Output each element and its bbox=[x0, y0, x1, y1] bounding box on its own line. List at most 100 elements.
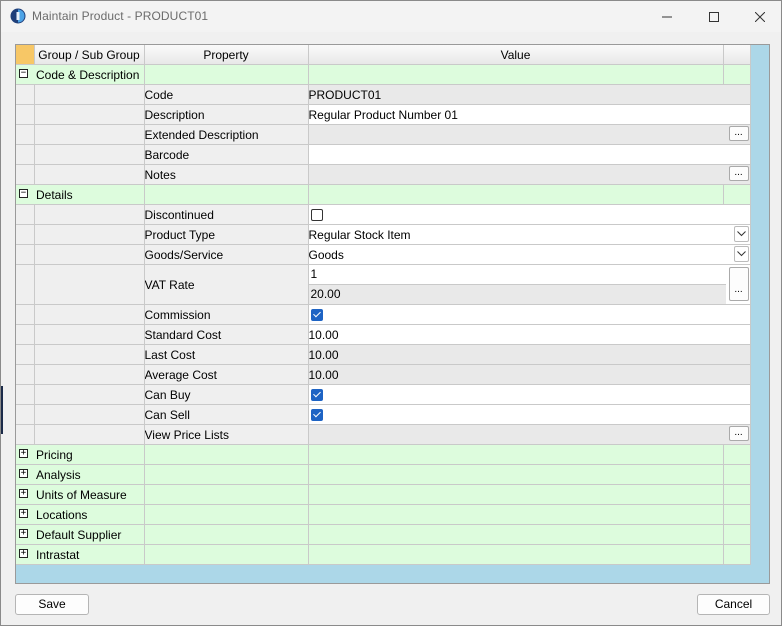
close-button[interactable] bbox=[737, 1, 783, 32]
row-selector[interactable] bbox=[16, 324, 35, 345]
group-row-code-description[interactable]: − Code & Description bbox=[16, 64, 751, 85]
group-row-analysis[interactable]: + Analysis bbox=[16, 464, 751, 485]
expand-icon[interactable]: + bbox=[19, 489, 28, 498]
notes-ellipsis-button[interactable]: ... bbox=[728, 166, 749, 181]
row-selector[interactable] bbox=[16, 204, 35, 225]
product-type-select[interactable]: Regular Stock Item bbox=[308, 224, 751, 245]
commission-checkbox[interactable] bbox=[310, 309, 323, 322]
goods-service-select[interactable]: Goods bbox=[308, 244, 751, 265]
row-selector[interactable] bbox=[16, 424, 35, 445]
group-property-cell bbox=[144, 484, 309, 505]
view-price-lists-ellipsis-button[interactable]: ... bbox=[728, 426, 749, 441]
vat-rate-value: 1 20.00 ... bbox=[308, 264, 751, 305]
group-row-default-supplier[interactable]: + Default Supplier bbox=[16, 524, 751, 545]
product-type-dropdown-button[interactable] bbox=[733, 226, 749, 242]
notes-value[interactable]: ... bbox=[308, 164, 751, 185]
property-label: VAT Rate bbox=[144, 264, 309, 305]
row-selector[interactable] bbox=[16, 164, 35, 185]
group-cell[interactable]: + Intrastat bbox=[16, 544, 145, 565]
column-header-property[interactable]: Property bbox=[144, 45, 309, 65]
collapse-icon[interactable]: − bbox=[19, 69, 28, 78]
group-label: Intrastat bbox=[36, 548, 80, 562]
group-cell[interactable]: − Details bbox=[16, 184, 145, 205]
property-row-can-sell: Can Sell bbox=[16, 404, 751, 425]
row-selector[interactable] bbox=[16, 344, 35, 365]
group-value-cell bbox=[308, 64, 724, 85]
discontinued-checkbox[interactable] bbox=[310, 209, 323, 222]
group-row-intrastat[interactable]: + Intrastat bbox=[16, 544, 751, 565]
save-button[interactable]: Save bbox=[15, 594, 89, 615]
group-indent bbox=[34, 404, 145, 425]
maximize-button[interactable] bbox=[691, 1, 737, 32]
group-indent bbox=[34, 124, 145, 145]
group-cell[interactable]: − Code & Description bbox=[16, 64, 145, 85]
can-sell-value bbox=[308, 404, 751, 425]
expand-icon[interactable]: + bbox=[19, 509, 28, 518]
column-header-spacer bbox=[723, 45, 751, 65]
row-selector[interactable] bbox=[16, 244, 35, 265]
expand-icon[interactable]: + bbox=[19, 549, 28, 558]
vat-rate-ellipsis-button[interactable]: ... bbox=[728, 267, 749, 301]
group-label: Units of Measure bbox=[36, 488, 127, 502]
property-label: Last Cost bbox=[144, 344, 309, 365]
group-row-pricing[interactable]: + Pricing bbox=[16, 444, 751, 465]
minimize-button[interactable] bbox=[644, 1, 690, 32]
cancel-button[interactable]: Cancel bbox=[697, 594, 770, 615]
row-selector[interactable] bbox=[16, 104, 35, 125]
can-buy-value bbox=[308, 384, 751, 405]
row-selector[interactable] bbox=[16, 124, 35, 145]
barcode-input[interactable] bbox=[308, 144, 751, 165]
app-window: Maintain Product - PRODUCT01 Group / Sub… bbox=[0, 0, 782, 626]
row-selector[interactable] bbox=[16, 84, 35, 105]
row-selector[interactable] bbox=[16, 364, 35, 385]
group-row-locations[interactable]: + Locations bbox=[16, 504, 751, 525]
expand-icon[interactable]: + bbox=[19, 469, 28, 478]
standard-cost-input[interactable]: 10.00 bbox=[308, 324, 751, 345]
can-sell-checkbox[interactable] bbox=[310, 409, 323, 422]
group-row-units-of-measure[interactable]: + Units of Measure bbox=[16, 484, 751, 505]
left-edge-strip bbox=[1, 386, 3, 434]
row-selector[interactable] bbox=[16, 224, 35, 245]
title-bar[interactable]: Maintain Product - PRODUCT01 bbox=[1, 1, 781, 32]
view-price-lists-value[interactable]: ... bbox=[308, 424, 751, 445]
row-selector[interactable] bbox=[16, 404, 35, 425]
row-selector[interactable] bbox=[16, 264, 35, 305]
group-label: Default Supplier bbox=[36, 528, 122, 542]
property-row-view-price-lists: View Price Lists ... bbox=[16, 424, 751, 445]
group-spacer-cell bbox=[723, 64, 751, 85]
expand-icon[interactable]: + bbox=[19, 449, 28, 458]
column-header-group[interactable]: Group / Sub Group bbox=[34, 45, 145, 65]
property-row-average-cost: Average Cost 10.00 bbox=[16, 364, 751, 385]
chevron-down-icon bbox=[736, 231, 746, 237]
collapse-icon[interactable]: − bbox=[19, 189, 28, 198]
group-value-cell bbox=[308, 184, 724, 205]
property-row-goods-service: Goods/Service Goods bbox=[16, 244, 751, 265]
description-input[interactable]: Regular Product Number 01 bbox=[308, 104, 751, 125]
group-cell[interactable]: + Units of Measure bbox=[16, 484, 145, 505]
expand-icon[interactable]: + bbox=[19, 529, 28, 538]
vat-rate-code[interactable]: 1 bbox=[308, 265, 726, 285]
property-label: Commission bbox=[144, 304, 309, 325]
column-header-value[interactable]: Value bbox=[308, 45, 724, 65]
row-selector[interactable] bbox=[16, 144, 35, 165]
property-label: Can Buy bbox=[144, 384, 309, 405]
group-indent bbox=[34, 164, 145, 185]
extended-description-ellipsis-button[interactable]: ... bbox=[728, 126, 749, 141]
group-label: Analysis bbox=[36, 468, 81, 482]
group-cell[interactable]: + Analysis bbox=[16, 464, 145, 485]
extended-description-value[interactable]: ... bbox=[308, 124, 751, 145]
group-cell[interactable]: + Locations bbox=[16, 504, 145, 525]
group-property-cell bbox=[144, 64, 309, 85]
row-selector[interactable] bbox=[16, 304, 35, 325]
property-row-description: Description Regular Product Number 01 bbox=[16, 104, 751, 125]
property-table: Group / Sub Group Property Value − Code … bbox=[16, 45, 751, 565]
discontinued-value bbox=[308, 204, 751, 225]
goods-service-dropdown-button[interactable] bbox=[733, 246, 749, 262]
group-cell[interactable]: + Pricing bbox=[16, 444, 145, 465]
row-selector[interactable] bbox=[16, 384, 35, 405]
group-row-details[interactable]: − Details bbox=[16, 184, 751, 205]
property-label: Discontinued bbox=[144, 204, 309, 225]
group-cell[interactable]: + Default Supplier bbox=[16, 524, 145, 545]
can-buy-checkbox[interactable] bbox=[310, 389, 323, 402]
corner-cell[interactable] bbox=[16, 45, 35, 65]
